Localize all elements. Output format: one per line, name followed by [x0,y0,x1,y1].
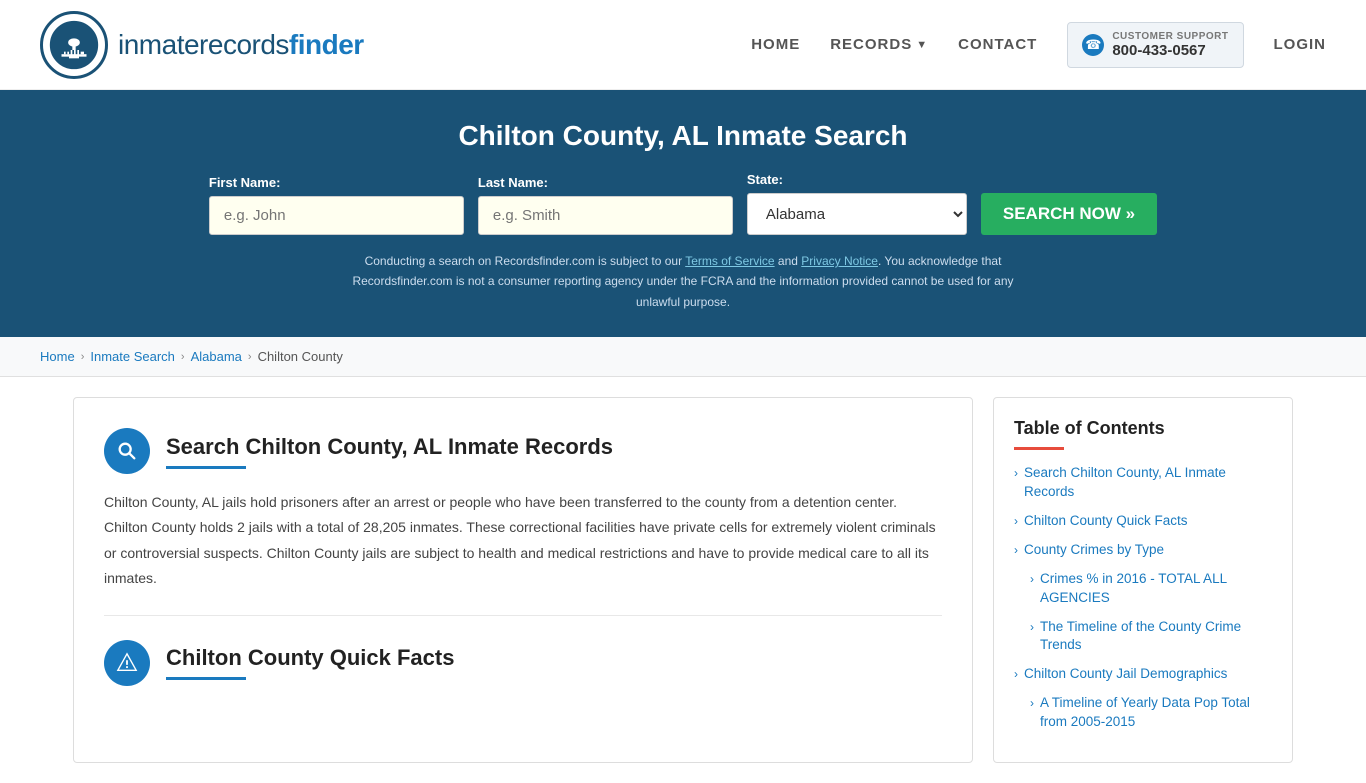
toc-chevron-4: › [1030,572,1034,586]
state-select[interactable]: Alabama [747,193,967,235]
first-name-label: First Name: [209,175,281,190]
last-name-input[interactable] [478,196,733,235]
state-group: State: Alabama [747,172,967,235]
section1-underline [166,466,246,469]
hero-title: Chilton County, AL Inmate Search [40,120,1326,152]
toc-chevron-6: › [1014,667,1018,681]
logo-icon [40,11,108,79]
state-label: State: [747,172,783,187]
alert-icon [104,640,150,686]
nav-records[interactable]: RECORDS ▼ [830,36,928,53]
breadcrumb-sep-3: › [248,351,252,363]
breadcrumb-sep-2: › [181,351,185,363]
toc-item-1: › Search Chilton County, AL Inmate Recor… [1014,464,1272,502]
toc-box: Table of Contents › Search Chilton Count… [993,397,1293,763]
nav-home[interactable]: HOME [751,36,800,53]
nav-login[interactable]: LOGIN [1274,36,1327,53]
site-header: inmaterecordsfinder HOME RECORDS ▼ CONTA… [0,0,1366,90]
breadcrumb-current: Chilton County [258,349,343,364]
toc-link-5[interactable]: The Timeline of the County Crime Trends [1040,618,1272,656]
section2-header: Chilton County Quick Facts [104,640,942,686]
toc-link-6[interactable]: Chilton County Jail Demographics [1024,665,1227,684]
toc-link-4[interactable]: Crimes % in 2016 - TOTAL ALL AGENCIES [1040,570,1272,608]
support-box[interactable]: ☎ CUSTOMER SUPPORT 800-433-0567 [1067,22,1243,68]
search-icon [104,428,150,474]
logo-regular: inmaterecords [118,29,289,60]
toc-link-3[interactable]: County Crimes by Type [1024,541,1164,560]
breadcrumb-alabama[interactable]: Alabama [191,349,242,364]
main-nav: HOME RECORDS ▼ CONTACT ☎ CUSTOMER SUPPOR… [751,22,1326,68]
toc-chevron-1: › [1014,466,1018,480]
sidebar: Table of Contents › Search Chilton Count… [993,397,1293,763]
section1-title-group: Search Chilton County, AL Inmate Records [166,434,613,469]
breadcrumb: Home › Inmate Search › Alabama › Chilton… [0,337,1366,377]
logo-area: inmaterecordsfinder [40,11,364,79]
section1-header: Search Chilton County, AL Inmate Records [104,428,942,474]
privacy-notice-link[interactable]: Privacy Notice [801,254,878,268]
toc-link-7[interactable]: A Timeline of Yearly Data Pop Total from… [1040,694,1272,732]
toc-chevron-5: › [1030,620,1034,634]
logo-bold: finder [289,29,364,60]
section2-title: Chilton County Quick Facts [166,645,454,671]
logo-text: inmaterecordsfinder [118,29,364,61]
section2-underline [166,677,246,680]
hero-disclaimer: Conducting a search on Recordsfinder.com… [333,251,1033,312]
main-content: Search Chilton County, AL Inmate Records… [73,397,973,763]
chevron-down-icon: ▼ [916,39,928,51]
breadcrumb-inmate-search[interactable]: Inmate Search [90,349,175,364]
support-info: CUSTOMER SUPPORT 800-433-0567 [1112,31,1228,59]
toc-item-3: › County Crimes by Type [1014,541,1272,560]
toc-item-7: › A Timeline of Yearly Data Pop Total fr… [1030,694,1272,732]
last-name-label: Last Name: [478,175,548,190]
search-form: First Name: Last Name: State: Alabama SE… [40,172,1326,235]
toc-link-1[interactable]: Search Chilton County, AL Inmate Records [1024,464,1272,502]
section1-title: Search Chilton County, AL Inmate Records [166,434,613,460]
toc-chevron-3: › [1014,543,1018,557]
toc-chevron-2: › [1014,514,1018,528]
toc-underline [1014,447,1064,450]
first-name-group: First Name: [209,175,464,235]
toc-item-4: › Crimes % in 2016 - TOTAL ALL AGENCIES [1030,570,1272,608]
toc-item-6: › Chilton County Jail Demographics [1014,665,1272,684]
toc-link-2[interactable]: Chilton County Quick Facts [1024,512,1188,531]
main-container: Search Chilton County, AL Inmate Records… [33,377,1333,783]
hero-section: Chilton County, AL Inmate Search First N… [0,90,1366,337]
first-name-input[interactable] [209,196,464,235]
section-divider [104,615,942,616]
toc-chevron-7: › [1030,696,1034,710]
phone-icon: ☎ [1082,34,1104,56]
search-button[interactable]: SEARCH NOW » [981,193,1157,235]
toc-item-2: › Chilton County Quick Facts [1014,512,1272,531]
terms-of-service-link[interactable]: Terms of Service [685,254,774,268]
nav-contact[interactable]: CONTACT [958,36,1037,53]
support-number: 800-433-0567 [1112,42,1228,59]
toc-title: Table of Contents [1014,418,1272,439]
section2-title-group: Chilton County Quick Facts [166,645,454,680]
support-label: CUSTOMER SUPPORT [1112,31,1228,42]
breadcrumb-sep-1: › [81,351,85,363]
section1-text: Chilton County, AL jails hold prisoners … [104,490,942,591]
toc-item-5: › The Timeline of the County Crime Trend… [1030,618,1272,656]
breadcrumb-home[interactable]: Home [40,349,75,364]
nav-records-label: RECORDS [830,36,912,53]
last-name-group: Last Name: [478,175,733,235]
